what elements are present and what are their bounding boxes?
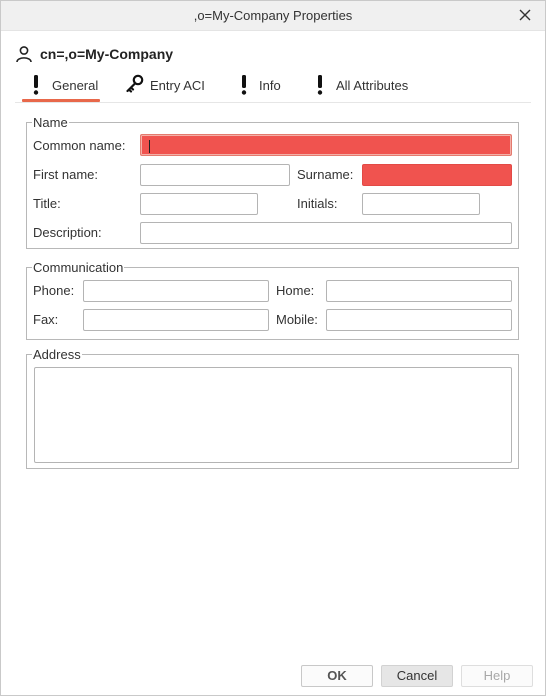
tab-general-label: General [52,78,99,93]
entry-name: cn=,o=My-Company [40,46,174,62]
title-input[interactable] [140,193,258,215]
tab-bar: General Entry ACI Info All Attributes [1,71,545,103]
user-icon [16,46,32,63]
communication-group-title: Communication [33,260,124,275]
home-label: Home: [276,283,315,298]
mobile-input[interactable] [326,309,512,331]
surname-input[interactable] [362,164,512,186]
title-bar: ,o=My-Company Properties [1,1,545,31]
tab-all-attributes[interactable]: All Attributes [316,71,426,102]
initials-input[interactable] [362,193,480,215]
initials-label: Initials: [297,196,338,211]
active-tab-indicator [22,99,100,102]
exclamation-icon [33,75,39,95]
properties-dialog: ,o=My-Company Properties cn=,o=My-Compan… [0,0,546,696]
exclamation-icon [317,75,323,95]
title-label: Title: [33,196,61,211]
address-group-title: Address [33,347,81,362]
close-button[interactable] [517,7,533,23]
text-caret [149,140,150,153]
exclamation-icon [241,75,247,95]
description-input[interactable] [140,222,512,244]
mobile-label: Mobile: [276,312,318,327]
tab-info-label: Info [259,78,281,93]
common-name-input[interactable] [140,134,512,156]
close-icon [519,9,531,21]
common-name-label: Common name: [33,138,126,153]
tab-entry-aci[interactable]: Entry ACI [125,71,215,102]
description-label: Description: [33,225,102,240]
window-title: ,o=My-Company Properties [193,8,353,23]
ok-button[interactable]: OK [301,665,373,687]
surname-label: Surname: [297,167,354,182]
fax-input[interactable] [83,309,269,331]
tab-info[interactable]: Info [240,71,290,102]
phone-label: Phone: [33,283,75,298]
tab-general[interactable]: General [32,71,102,102]
first-name-input[interactable] [140,164,290,186]
fax-label: Fax: [33,312,59,327]
help-button[interactable]: Help [461,665,533,687]
tab-entry-aci-label: Entry ACI [150,78,205,93]
first-name-label: First name: [33,167,99,182]
phone-input[interactable] [83,280,269,302]
name-group-title: Name [33,115,68,130]
cancel-button[interactable]: Cancel [381,665,453,687]
key-icon [126,74,144,93]
tab-all-attributes-label: All Attributes [336,78,409,93]
tab-divider [15,102,531,103]
home-input[interactable] [326,280,512,302]
address-textarea[interactable] [34,367,512,463]
